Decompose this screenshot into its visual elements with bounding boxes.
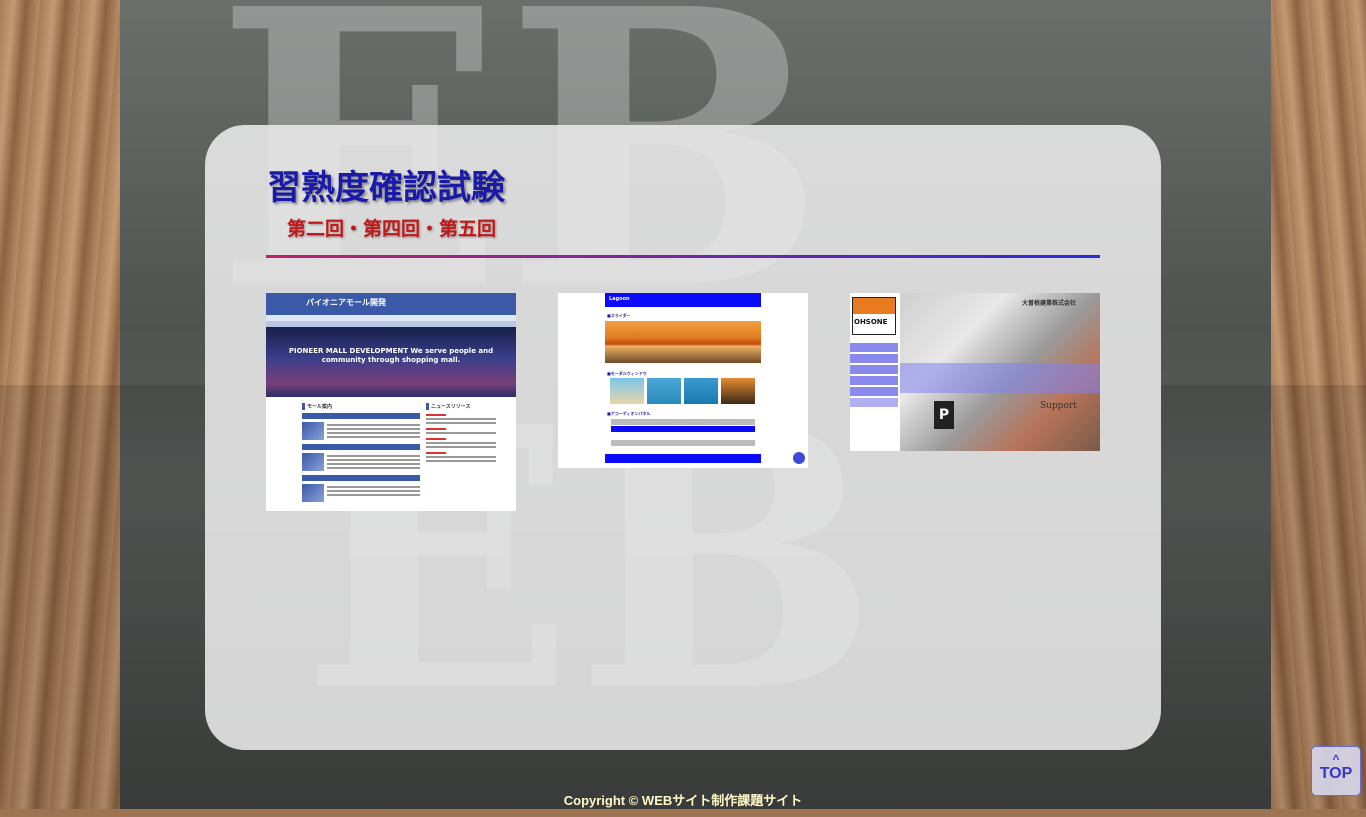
title-divider [266, 255, 1100, 258]
thumb-label-slider: ■スライダー [607, 313, 631, 318]
site-thumbnail-ohsone[interactable]: P Support 大曽根建業株式会社 OHSONE [850, 293, 1100, 451]
thumb-scroll-up-icon [793, 452, 805, 464]
back-to-top-label: TOP [1319, 765, 1353, 782]
page-subtitle: 第二回・第四回・第五回 [287, 218, 497, 240]
thumb-header: Lagoon [605, 293, 761, 307]
thumb-section-heading: モール案内 [302, 403, 420, 410]
thumb-label-accordion: ■アコーディオンパネル [607, 411, 651, 416]
thumb-slider-image [605, 321, 761, 363]
back-to-top-button[interactable]: ^ TOP [1311, 746, 1361, 796]
thumb-section-heading: ニュースリリース [426, 403, 496, 410]
thumb-company-name: 大曽根建業株式会社 [1022, 300, 1077, 307]
thumb-label-modal: ■モーダルウィンドウ [607, 371, 647, 376]
thumb-banner [900, 363, 1100, 393]
thumb-parking-sign: P [934, 401, 954, 429]
thumb-support-text: Support [1040, 401, 1077, 411]
thumb-hero-text: PIONEER MALL DEVELOPMENT We serve people… [266, 327, 516, 397]
thumb-header: パイオニアモール開発 [266, 293, 516, 315]
thumb-footer [605, 454, 761, 463]
thumb-modal-tiles [610, 378, 755, 404]
wood-frame-bottom [0, 809, 1366, 817]
thumb-logo [852, 297, 896, 335]
chevron-up-icon: ^ [1332, 752, 1340, 766]
thumb-logo-text: OHSONE [854, 318, 888, 326]
site-thumbnail-lagoon[interactable]: Lagoon ■スライダー ■モーダルウィンドウ ■アコーディオンパネル [558, 293, 808, 468]
site-thumbnail-pioneer-mall[interactable]: パイオニアモール開発 PIONEER MALL DEVELOPMENT We s… [266, 293, 516, 511]
thumb-body: モール案内 ニュースリリース [266, 397, 516, 506]
page-title: 習熟度確認試験 [267, 168, 505, 208]
footer-copyright: Copyright © WEBサイト制作課題サイト [563, 793, 803, 808]
